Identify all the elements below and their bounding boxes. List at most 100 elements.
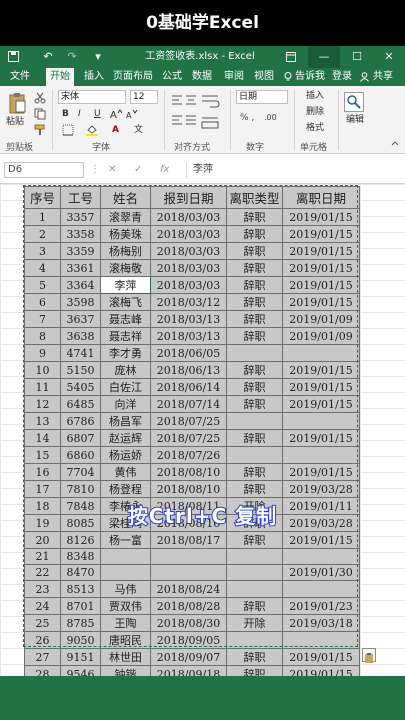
table-cell[interactable] [100, 564, 151, 582]
table-cell[interactable]: 2019/01/09 [282, 310, 360, 328]
table-cell[interactable]: 8 [24, 327, 61, 345]
tab-formulas[interactable]: 公式 [160, 68, 184, 86]
table-cell[interactable]: 2019/01/15 [282, 648, 360, 667]
table-cell[interactable] [282, 631, 360, 650]
tell-me-input[interactable]: 告诉我 [294, 68, 326, 86]
column-header[interactable]: 离职类型 [226, 186, 283, 209]
table-cell[interactable]: 2018/07/25 [150, 429, 227, 447]
table-cell[interactable]: 2018/08/10 [150, 480, 227, 498]
table-cell[interactable]: 5 [24, 276, 61, 294]
paste-options-icon[interactable] [362, 648, 376, 663]
table-cell[interactable] [282, 446, 360, 464]
table-cell[interactable] [226, 564, 283, 582]
table-cell[interactable]: 4 [24, 259, 61, 277]
table-cell[interactable]: 2019/01/15 [282, 208, 360, 226]
table-cell[interactable]: 2018/09/05 [150, 631, 227, 650]
ribbon-display-icon[interactable] [282, 46, 300, 68]
share-button[interactable]: 共享 [370, 68, 396, 86]
table-cell[interactable]: 贾双伟 [100, 597, 151, 616]
table-cell[interactable]: 3357 [60, 208, 101, 226]
table-cell[interactable]: 杨登程 [100, 480, 151, 498]
table-cell[interactable]: 23 [24, 580, 61, 599]
format-cells-button[interactable]: 格式 [306, 122, 324, 134]
table-cell[interactable] [282, 412, 360, 430]
align-left-icon[interactable] [170, 92, 198, 136]
table-cell[interactable]: 辞职 [226, 242, 283, 260]
table-cell[interactable] [226, 580, 283, 599]
table-cell[interactable]: 2018/07/14 [150, 395, 227, 413]
table-cell[interactable]: 辞职 [226, 480, 283, 498]
paste-button[interactable]: 粘贴 [6, 116, 24, 128]
formula-input[interactable]: 李萍 [186, 162, 400, 178]
table-cell[interactable]: 2018/03/03 [150, 208, 227, 226]
table-cell[interactable] [100, 547, 151, 566]
tab-file[interactable]: 文件 [6, 68, 34, 86]
table-cell[interactable]: 9 [24, 344, 61, 362]
close-button[interactable]: ✕ [374, 46, 404, 68]
table-cell[interactable] [226, 547, 283, 566]
table-cell[interactable]: 9151 [60, 648, 101, 667]
table-cell[interactable]: 6860 [60, 446, 101, 464]
table-cell[interactable]: 2018/06/13 [150, 361, 227, 379]
save-icon[interactable] [6, 46, 20, 68]
maximize-button[interactable]: ☐ [342, 46, 372, 68]
font-name-select[interactable]: 宋体 [58, 90, 126, 104]
table-cell[interactable]: 10 [24, 361, 61, 379]
table-cell[interactable]: 辞职 [226, 395, 283, 413]
tab-home[interactable]: 开始 [46, 68, 74, 86]
table-cell[interactable]: 2018/03/03 [150, 242, 227, 260]
table-cell[interactable]: 8701 [60, 597, 101, 616]
table-cell[interactable]: 2018/07/25 [150, 412, 227, 430]
table-cell[interactable]: 22 [24, 564, 61, 582]
table-cell[interactable]: 辞职 [226, 293, 283, 311]
table-cell[interactable]: 辞职 [226, 361, 283, 379]
table-cell[interactable]: 8348 [60, 547, 101, 566]
table-cell[interactable]: 6786 [60, 412, 101, 430]
table-cell[interactable]: 杨运娇 [100, 446, 151, 464]
table-cell[interactable]: 17 [24, 480, 61, 498]
table-cell[interactable]: 王陶 [100, 614, 151, 633]
table-cell[interactable]: 杨一富 [100, 531, 151, 549]
copy-icon[interactable] [34, 108, 46, 120]
table-cell[interactable]: 2019/01/23 [282, 597, 360, 616]
table-cell[interactable]: 林世田 [100, 648, 151, 667]
column-header[interactable]: 报到日期 [150, 186, 227, 209]
table-cell[interactable]: 2018/08/30 [150, 614, 227, 633]
table-cell[interactable]: 2019/01/15 [282, 378, 360, 396]
table-cell[interactable]: 16 [24, 463, 61, 481]
table-cell[interactable] [226, 344, 283, 362]
table-cell[interactable]: 黄伟 [100, 463, 151, 481]
table-cell[interactable]: 7 [24, 310, 61, 328]
fx-icon[interactable]: fx [160, 162, 169, 178]
table-cell[interactable]: 滚梅敬 [100, 259, 151, 277]
table-cell[interactable]: 2018/03/03 [150, 259, 227, 277]
table-cell[interactable]: 2018/03/13 [150, 327, 227, 345]
table-cell[interactable]: 辞职 [226, 225, 283, 243]
table-cell[interactable]: 11 [24, 378, 61, 396]
table-cell[interactable]: 7810 [60, 480, 101, 498]
table-cell[interactable]: 2019/01/15 [282, 531, 360, 549]
table-cell[interactable]: 2018/09/07 [150, 648, 227, 667]
table-cell[interactable]: 8470 [60, 564, 101, 582]
table-cell[interactable]: 5150 [60, 361, 101, 379]
table-cell[interactable]: 3637 [60, 310, 101, 328]
table-cell[interactable]: 2019/01/15 [282, 242, 360, 260]
column-header[interactable]: 姓名 [100, 186, 151, 209]
format-painter-icon[interactable] [34, 124, 46, 136]
undo-icon[interactable]: ↶ [40, 46, 56, 68]
table-cell[interactable]: 2018/08/10 [150, 463, 227, 481]
login-link[interactable]: 登录 [330, 68, 354, 86]
table-cell[interactable]: 9050 [60, 631, 101, 650]
font-color-button[interactable]: A [112, 124, 119, 136]
phonetic-button[interactable]: 文 [134, 124, 143, 136]
table-cell[interactable] [150, 547, 227, 566]
table-cell[interactable] [226, 412, 283, 430]
cancel-icon[interactable]: ✕ [108, 162, 116, 178]
table-cell[interactable]: 8126 [60, 531, 101, 549]
delete-cells-button[interactable]: 删除 [306, 106, 324, 118]
table-cell[interactable]: 2019/01/15 [282, 293, 360, 311]
table-cell[interactable]: 2019/01/15 [282, 225, 360, 243]
table-cell[interactable]: 2018/08/24 [150, 580, 227, 599]
table-cell[interactable]: 2018/07/26 [150, 446, 227, 464]
bold-button[interactable]: B [62, 108, 69, 120]
